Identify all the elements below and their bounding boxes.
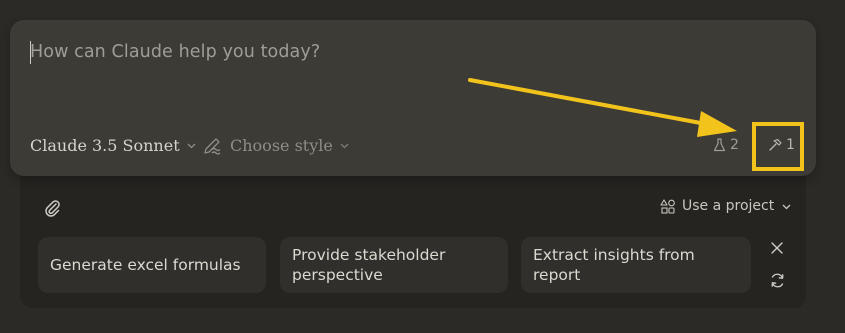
attach-button[interactable]	[42, 198, 62, 222]
refresh-icon	[769, 272, 786, 289]
suggestion-text: Extract insights from	[533, 246, 695, 264]
paperclip-icon	[42, 198, 62, 218]
suggestion-text: Generate excel formulas	[50, 256, 241, 274]
suggestion-chip[interactable]: Extract insights from report	[521, 237, 751, 293]
use-project-button[interactable]: Use a project	[660, 198, 792, 214]
app-canvas: How can Claude help you today? Claude 3.…	[0, 0, 845, 333]
close-icon	[769, 240, 785, 256]
suggestion-chip[interactable]: Provide stakeholder perspective	[280, 237, 508, 293]
chevron-down-icon	[781, 201, 792, 212]
dismiss-suggestions-button[interactable]	[769, 240, 785, 260]
refresh-suggestions-button[interactable]	[769, 272, 786, 293]
suggestion-text: perspective	[292, 266, 383, 284]
suggestion-chip[interactable]: Generate excel formulas	[38, 237, 266, 293]
use-project-label: Use a project	[682, 198, 775, 214]
suggestion-text: report	[533, 266, 581, 284]
suggestion-text: Provide stakeholder	[292, 246, 446, 264]
shapes-icon	[660, 198, 676, 214]
